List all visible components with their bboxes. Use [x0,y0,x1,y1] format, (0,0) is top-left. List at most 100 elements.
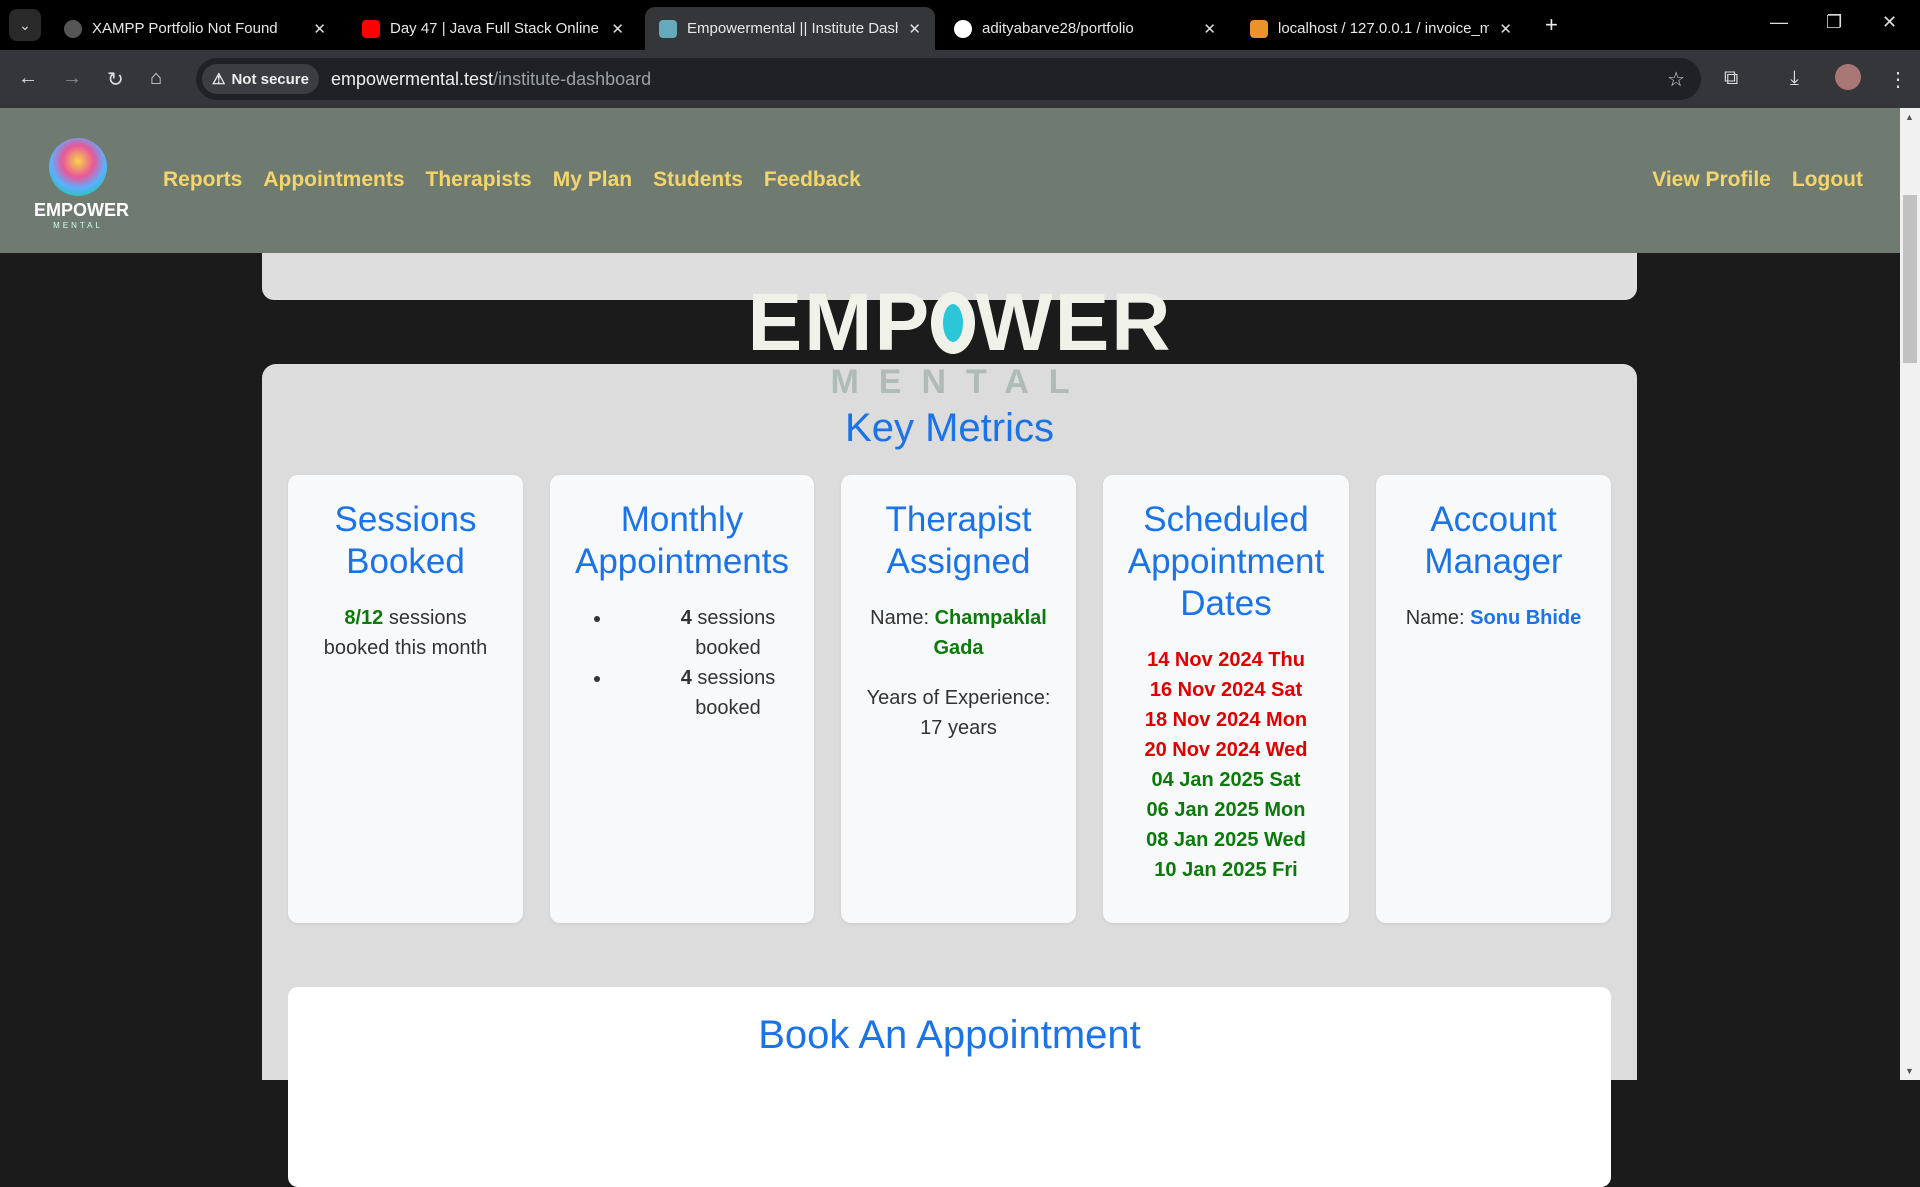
past-date: 18 Nov 2024 Mon [1144,709,1308,731]
close-tab-icon[interactable]: ✕ [908,20,921,38]
sessions-booked-card: Sessions Booked 8/12 sessions booked this… [288,475,523,923]
experience-value: 17 years [920,717,997,739]
profile-avatar[interactable] [1835,64,1861,90]
github-icon [954,19,972,38]
tab-title: adityabarve28/portfolio [982,20,1134,37]
count: 4 [680,607,692,629]
past-date: 14 Nov 2024 Thu [1147,649,1305,671]
logo-text: EMPOWER [34,200,130,220]
nav-students[interactable]: Students [653,168,743,192]
site-navbar: EMPOWER MENTAL Reports Appointments Ther… [0,108,1900,253]
tab-youtube[interactable]: Day 47 | Java Full Stack Online T ✕ [348,7,638,50]
sessions-label: sessions [383,607,467,629]
logo-tree-icon [49,138,107,196]
close-tab-icon[interactable]: ✕ [313,20,326,38]
scrollbar-thumb[interactable] [1903,195,1917,363]
label: sessions booked [691,667,776,719]
monthly-appointments-card: Monthly Appointments 4 sessions booked 4… [550,475,814,923]
not-secure-label: Not secure [231,70,309,88]
card-title: Account Manager [1424,500,1563,581]
experience-label: Years of Experience: [866,687,1051,709]
therapist-name: Champaklal Gada [933,607,1047,659]
dates-list: 14 Nov 2024 Thu 16 Nov 2024 Sat 18 Nov 2… [1113,645,1339,885]
past-date: 16 Nov 2024 Sat [1149,679,1303,701]
nav-reports[interactable]: Reports [163,168,242,192]
count: 4 [680,667,692,689]
name-label: Name: [870,607,935,629]
key-metrics-section: Key Metrics Sessions Booked 8/12 session… [262,364,1637,1187]
nav-appointments[interactable]: Appointments [263,168,404,192]
tab-search-button[interactable]: ⌄ [9,9,41,41]
url-path: /institute-dashboard [493,68,652,89]
key-metrics-title: Key Metrics [845,406,1054,450]
scroll-down-icon[interactable]: ▼ [1905,1066,1914,1076]
empower-icon [659,19,677,38]
site-logo[interactable]: EMPOWER MENTAL [34,138,130,230]
close-window-button[interactable]: ✕ [1882,12,1897,33]
bookmark-star-icon[interactable]: ☆ [1667,67,1685,92]
back-icon[interactable]: ← [18,67,38,90]
sessions-sublabel: booked this month [323,637,488,659]
new-tab-button[interactable]: + [1545,12,1558,38]
nav-logout[interactable]: Logout [1792,168,1863,192]
tab-phpmyadmin[interactable]: localhost / 127.0.0.1 / invoice_m ✕ [1236,7,1526,50]
close-tab-icon[interactable]: ✕ [1203,20,1216,38]
warning-icon: ⚠ [212,71,226,88]
label: sessions booked [691,607,776,659]
reload-icon[interactable]: ↻ [107,67,124,92]
experience-row: Years of Experience: 17 years [851,683,1066,743]
account-manager-card: Account Manager Name: Sonu Bhide [1376,475,1611,923]
address-bar[interactable]: ⚠ Not secure empowermental.test/institute… [196,58,1701,100]
sessions-text: 8/12 sessions booked this month [298,603,513,663]
phpmyadmin-icon [1250,19,1268,38]
manager-name: Sonu Bhide [1470,607,1582,629]
download-icon[interactable]: ⤓ [1790,67,1799,90]
past-date: 20 Nov 2024 Wed [1144,739,1308,761]
close-tab-icon[interactable]: ✕ [1499,20,1512,38]
home-icon[interactable]: ⌂ [150,67,162,90]
upcoming-date: 08 Jan 2025 Wed [1146,829,1306,851]
not-secure-chip[interactable]: ⚠ Not secure [202,64,319,94]
nav-my-plan[interactable]: My Plan [553,168,632,192]
url-text[interactable]: empowermental.test/institute-dashboard [331,69,651,90]
restore-button[interactable]: ❐ [1826,12,1842,33]
scroll-up-icon[interactable]: ▲ [1905,112,1914,122]
card-title: Scheduled Appointment Dates [1127,500,1325,623]
manager-name-row: Name: Sonu Bhide [1386,603,1601,633]
upcoming-date: 10 Jan 2025 Fri [1154,859,1298,881]
scheduled-dates-card: Scheduled Appointment Dates 14 Nov 2024 … [1103,475,1349,923]
upcoming-date: 04 Jan 2025 Sat [1151,769,1301,791]
close-tab-icon[interactable]: ✕ [611,20,624,38]
tab-xampp[interactable]: XAMPP Portfolio Not Found ✕ [50,7,340,50]
book-appointment-card: Book An Appointment [288,987,1611,1187]
sessions-count: 8/12 [344,607,384,629]
tab-github[interactable]: adityabarve28/portfolio ✕ [940,7,1230,50]
tab-empowermental[interactable]: Empowermental || Institute Dash ✕ [645,7,935,50]
youtube-icon [362,19,380,38]
openai-icon [64,19,82,38]
extensions-icon[interactable]: ⧉ [1724,67,1738,90]
book-appointment-title: Book An Appointment [758,1013,1141,1057]
name-label: Name: [1405,607,1471,629]
list-item: 4 sessions booked [612,663,804,723]
list-item: 4 sessions booked [612,603,804,663]
upcoming-date: 06 Jan 2025 Mon [1146,799,1306,821]
page-scrollbar[interactable]: ▲ ▼ [1900,108,1920,1080]
therapist-name-row: Name: Champaklal Gada [851,603,1066,663]
menu-icon[interactable]: ⋮ [1888,67,1908,92]
tab-title: Empowermental || Institute Dash [687,20,899,37]
forward-icon[interactable]: → [62,67,82,90]
nav-view-profile[interactable]: View Profile [1652,168,1771,192]
card-title: Therapist Assigned [885,500,1032,581]
nav-therapists[interactable]: Therapists [426,168,532,192]
minimize-button[interactable]: — [1770,12,1788,33]
tab-title: localhost / 127.0.0.1 / invoice_m [1278,20,1490,37]
card-title: Sessions Booked [334,500,477,581]
tab-title: XAMPP Portfolio Not Found [92,20,278,37]
therapist-assigned-card: Therapist Assigned Name: Champaklal Gada… [841,475,1076,923]
tab-title: Day 47 | Java Full Stack Online T [390,20,602,37]
url-host: empowermental.test [330,68,494,89]
logo-subtext: MENTAL [53,221,103,230]
card-title: Monthly Appointments [574,500,790,581]
nav-feedback[interactable]: Feedback [764,168,861,192]
